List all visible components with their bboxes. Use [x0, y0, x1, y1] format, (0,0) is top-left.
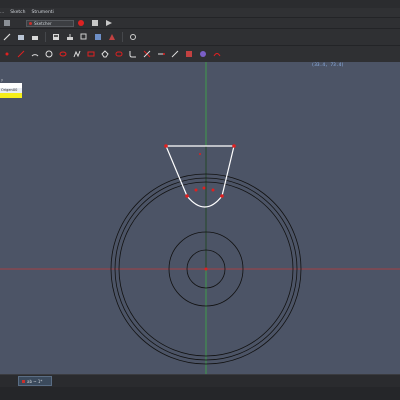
- construction-icon[interactable]: [199, 50, 207, 58]
- sketch-point[interactable]: [185, 194, 189, 198]
- document-tab[interactable]: ab ~ 1*: [18, 376, 52, 386]
- grid-icon[interactable]: [94, 33, 102, 41]
- pen-icon[interactable]: [3, 33, 11, 41]
- tree-overlay: y OrigenX0: [0, 78, 22, 98]
- workbench-label: Sketcher: [34, 20, 52, 26]
- document-tab-label: ab ~ 1*: [27, 378, 43, 384]
- toolbar-file: [0, 28, 400, 45]
- export-icon[interactable]: [66, 33, 74, 41]
- toolbar-sketcher: [0, 45, 400, 62]
- workbench-icon: [29, 21, 32, 25]
- constraint-marker: [199, 153, 201, 155]
- external-icon[interactable]: [185, 50, 193, 58]
- fillet-icon[interactable]: [129, 50, 137, 58]
- constraint-icon[interactable]: [213, 50, 221, 58]
- sketch-point[interactable]: [164, 144, 168, 148]
- workbench-selector[interactable]: Sketcher: [26, 19, 74, 27]
- menu-item-sketch[interactable]: Sketch: [10, 10, 25, 15]
- sketch-point[interactable]: [194, 188, 198, 192]
- copy-icon[interactable]: [80, 33, 88, 41]
- stop-icon[interactable]: [91, 19, 99, 27]
- sketch-point[interactable]: [211, 188, 215, 192]
- document-icon: [22, 379, 25, 383]
- polyline-icon[interactable]: [73, 50, 81, 58]
- split-icon[interactable]: [171, 50, 179, 58]
- open-icon[interactable]: [17, 33, 25, 41]
- point-icon[interactable]: [3, 50, 11, 58]
- app-icon[interactable]: [3, 19, 11, 27]
- polygon-icon[interactable]: [101, 50, 109, 58]
- sketch-point[interactable]: [202, 186, 206, 190]
- settings-icon[interactable]: [129, 33, 137, 41]
- record-icon[interactable]: [77, 19, 85, 27]
- menu-bar: ... Sketch Strumenti: [0, 8, 400, 17]
- sketch-point[interactable]: [220, 194, 224, 198]
- menu-item-tools[interactable]: Strumenti: [31, 10, 53, 15]
- circle-icon[interactable]: [45, 50, 53, 58]
- tree-row[interactable]: [0, 93, 22, 98]
- conic-icon[interactable]: [59, 50, 67, 58]
- sketch-canvas[interactable]: [0, 62, 400, 374]
- title-bar: [0, 0, 400, 8]
- origin-point[interactable]: [204, 267, 208, 271]
- 3d-viewport[interactable]: (33.4, 73.4) y OrigenX0: [0, 62, 400, 374]
- menu-item-1[interactable]: ...: [0, 10, 4, 15]
- arc-icon[interactable]: [31, 50, 39, 58]
- status-bar: [0, 387, 400, 400]
- document-tabs-bar: ab ~ 1*: [0, 374, 400, 387]
- trim-icon[interactable]: [143, 50, 151, 58]
- cursor-coordinates: (33.4, 73.4): [311, 63, 344, 68]
- sketch-point[interactable]: [232, 144, 236, 148]
- slot-icon[interactable]: [115, 50, 123, 58]
- toolbar-separator: [45, 32, 46, 42]
- line-icon[interactable]: [17, 50, 25, 58]
- save-icon[interactable]: [52, 33, 60, 41]
- sketch-arc[interactable]: [186, 195, 223, 208]
- toolbar-main: Sketcher: [0, 17, 400, 28]
- play-icon[interactable]: [105, 19, 113, 27]
- folder-icon[interactable]: [31, 33, 39, 41]
- toolbar-separator: [122, 32, 123, 42]
- extend-icon[interactable]: [157, 50, 165, 58]
- shape-icon[interactable]: [108, 33, 116, 41]
- rectangle-icon[interactable]: [87, 50, 95, 58]
